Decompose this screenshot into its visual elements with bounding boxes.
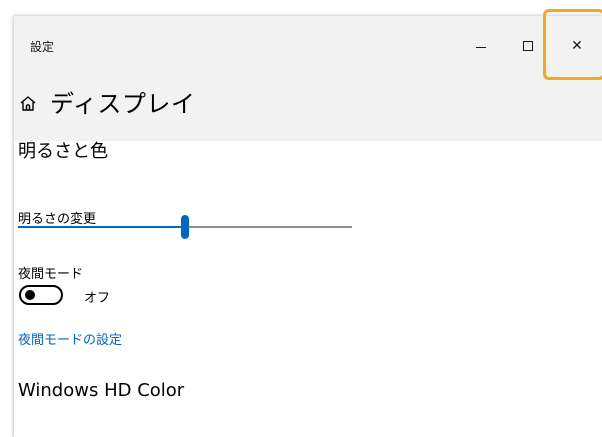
- night-light-settings-link[interactable]: 夜間モードの設定: [18, 329, 122, 348]
- close-icon: ✕: [571, 38, 583, 54]
- brightness-slider[interactable]: [18, 215, 352, 239]
- page-title: ディスプレイ: [50, 90, 196, 118]
- slider-fill: [18, 226, 185, 228]
- minimize-button[interactable]: [458, 16, 504, 76]
- night-light-state: オフ: [84, 291, 111, 306]
- window-title: 設定: [30, 40, 55, 54]
- slider-thumb[interactable]: [181, 215, 189, 239]
- section-title-hd-color: Windows HD Color: [18, 380, 185, 401]
- close-button[interactable]: ✕: [554, 16, 600, 76]
- home-icon[interactable]: [18, 94, 38, 114]
- toggle-knob: [25, 290, 35, 300]
- minimize-icon: [476, 46, 486, 48]
- night-light-label: 夜間モード: [18, 267, 84, 282]
- night-light-toggle[interactable]: [19, 285, 63, 305]
- section-title-brightness: 明るさと色: [18, 141, 108, 162]
- maximize-button[interactable]: [505, 16, 551, 76]
- maximize-icon: [523, 41, 533, 51]
- title-bar[interactable]: 設定 ✕: [14, 16, 602, 76]
